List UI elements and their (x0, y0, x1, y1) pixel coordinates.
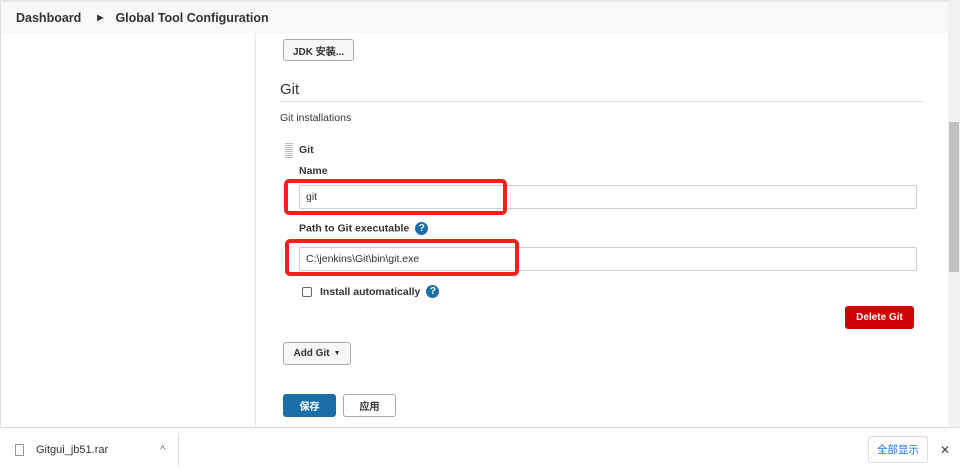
scrollbar-thumb[interactable] (949, 122, 959, 272)
install-automatically-checkbox[interactable] (302, 286, 312, 297)
path-label: Path to Git executable? (299, 222, 429, 235)
main-content: JDK 安装... Git Git installations Git Name… (256, 33, 948, 427)
download-file-name[interactable]: Gitgui_jb51.rar (36, 444, 108, 456)
sidebar (0, 33, 256, 427)
install-automatically-label: Install automatically (320, 285, 421, 298)
breadcrumb-dashboard[interactable]: Dashboard (16, 11, 81, 25)
git-section-heading: Git (280, 81, 923, 102)
add-git-button[interactable]: Add Git ▼ (283, 342, 351, 365)
breadcrumb-bar: Dashboard ▶ Global Tool Configuration (0, 0, 948, 33)
breadcrumb-separator-icon: ▶ (97, 13, 104, 22)
highlight-box (284, 179, 507, 215)
show-all-button[interactable]: 全部显示 (867, 436, 928, 463)
install-automatically-row: Install automatically? (302, 285, 440, 298)
close-icon[interactable]: ✕ (940, 443, 950, 457)
delete-git-button[interactable]: Delete Git (845, 306, 914, 329)
help-icon[interactable]: ? (426, 285, 440, 298)
highlight-box (285, 239, 519, 276)
breadcrumb-current[interactable]: Global Tool Configuration (115, 11, 268, 25)
chevron-up-icon[interactable]: ^ (160, 444, 165, 456)
save-button[interactable]: 保存 (283, 394, 336, 417)
drag-handle-icon[interactable] (285, 142, 293, 158)
download-bar: Gitgui_jb51.rar ^ 全部显示 ✕ (0, 427, 960, 471)
path-label-text: Path to Git executable (299, 222, 410, 235)
help-icon[interactable]: ? (415, 222, 429, 235)
name-label: Name (299, 165, 328, 177)
add-git-label: Add Git (293, 348, 330, 359)
file-icon (15, 443, 24, 456)
dropdown-arrow-icon: ▼ (333, 350, 341, 357)
apply-button[interactable]: 应用 (343, 394, 396, 417)
divider (178, 433, 180, 466)
git-entry-title: Git (299, 144, 314, 156)
git-installations-label: Git installations (280, 112, 352, 124)
scrollbar[interactable] (948, 0, 960, 427)
jdk-install-button[interactable]: JDK 安装... (283, 39, 354, 61)
